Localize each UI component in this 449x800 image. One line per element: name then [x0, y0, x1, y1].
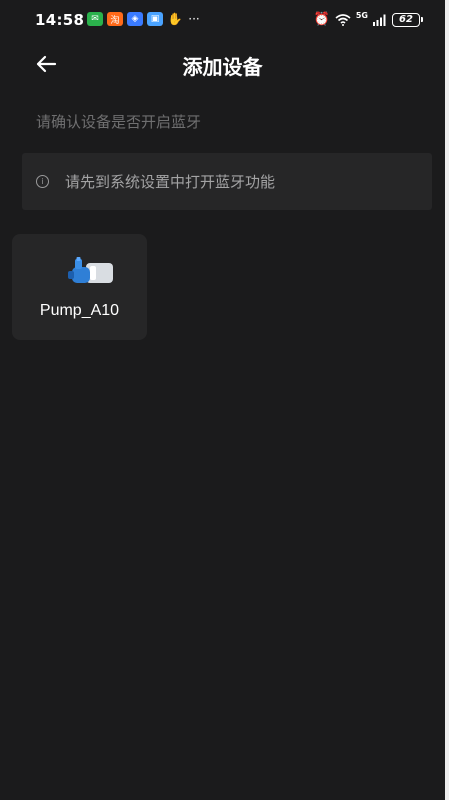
cloud-app-icon: ▣ — [147, 12, 163, 26]
device-card-pump[interactable]: Pump_A10 — [12, 234, 147, 340]
app-store-icon: ◈ — [127, 12, 143, 26]
notification-icons: ✉ 淘 ◈ ▣ ✋ ··· — [87, 12, 201, 26]
bluetooth-hint: 请确认设备是否开启蓝牙 — [36, 113, 202, 131]
system-icons: ⏰ 5G 62 — [313, 11, 423, 27]
app-screen: 14:58 ✉ 淘 ◈ ▣ ✋ ··· ⏰ 5G 62 添加设备 请确认设备是否… — [0, 0, 445, 800]
battery-level: 62 — [392, 12, 420, 27]
hand-icon: ✋ — [167, 12, 183, 26]
status-bar: 14:58 ✉ 淘 ◈ ▣ ✋ ··· ⏰ 5G 62 — [0, 0, 445, 40]
wechat-icon: ✉ — [87, 12, 103, 26]
notice-text: 请先到系统设置中打开蓝牙功能 — [65, 173, 276, 191]
info-icon: i — [36, 175, 49, 188]
signal-icon — [373, 14, 387, 26]
pump-icon — [68, 257, 113, 283]
more-icon: ··· — [188, 12, 200, 26]
device-name: Pump_A10 — [39, 302, 120, 319]
status-time: 14:58 — [35, 11, 85, 29]
bluetooth-notice: i 请先到系统设置中打开蓝牙功能 — [22, 153, 432, 210]
taobao-icon: 淘 — [107, 12, 123, 26]
wifi-icon — [335, 13, 351, 26]
battery-icon: 62 — [392, 12, 423, 27]
screen-edge — [445, 0, 449, 800]
network-type: 5G — [355, 11, 368, 20]
page-title: 添加设备 — [182, 55, 263, 79]
header: 添加设备 — [0, 44, 445, 86]
alarm-icon: ⏰ — [313, 12, 330, 27]
